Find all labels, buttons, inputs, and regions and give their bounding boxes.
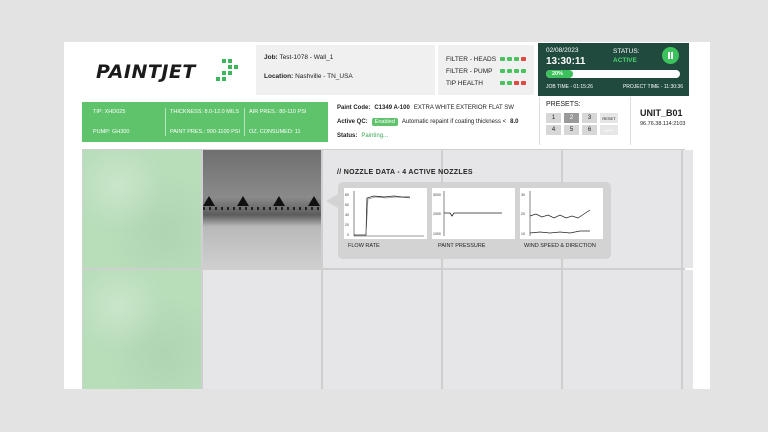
paint-status-value: Painting... bbox=[361, 133, 389, 139]
nozzle-icon bbox=[273, 196, 285, 206]
wall-tile[interactable] bbox=[203, 270, 321, 389]
job-value: Test-1078 - Wall_1 bbox=[279, 54, 334, 61]
tick-label: 3000 bbox=[433, 193, 441, 197]
paintjet-logo: PAINTJET bbox=[96, 57, 238, 87]
paint-code-value: C1349 A-100 bbox=[374, 105, 410, 111]
presets-panel: PRESETS: 1 2 3 RESET 4 5 6 INFO bbox=[539, 97, 631, 145]
filter-health-panel: FILTER - HEADS FILTER - PUMP TIP HEALTH bbox=[438, 45, 534, 95]
status-time: 13:30:11 bbox=[546, 56, 586, 67]
project-time: PROJECT TIME - 11:30:36 bbox=[622, 84, 683, 90]
job-label: Job: bbox=[264, 54, 278, 61]
filter-row-pump: FILTER - PUMP bbox=[446, 65, 526, 77]
wall-tile[interactable] bbox=[683, 150, 693, 268]
paint-pressure-chart: 3000 2000 1000 bbox=[432, 188, 515, 239]
chart-label: PAINT PRESSURE bbox=[438, 243, 486, 249]
tick-label: 2000 bbox=[433, 212, 441, 216]
wall-tile[interactable] bbox=[563, 270, 681, 389]
filter-label: FILTER - PUMP bbox=[446, 67, 493, 75]
filter-label: TIP HEALTH bbox=[446, 79, 483, 87]
tick-label: 1000 bbox=[433, 232, 441, 236]
preset-info-button[interactable]: INFO bbox=[600, 125, 618, 135]
health-dots bbox=[500, 81, 526, 85]
wall-tile[interactable] bbox=[83, 270, 201, 389]
location-value: Nashville - TN_USA bbox=[295, 73, 353, 80]
wall-tile[interactable] bbox=[83, 150, 201, 268]
tick-label: 20 bbox=[521, 212, 525, 216]
panel-pointer bbox=[326, 194, 338, 208]
spec-paint-pressure: PAINT PRES.: 900-1100 PSI bbox=[170, 129, 241, 135]
job-time: JOB TIME - 01:15:26 bbox=[546, 84, 593, 90]
unit-name: UNIT_B01 bbox=[640, 108, 683, 118]
preset-button-3[interactable]: 3 bbox=[582, 113, 597, 123]
spec-air-pressure: AIR PRES.: 80-110 PSI bbox=[249, 109, 307, 115]
tick-label: 30 bbox=[521, 193, 525, 197]
flow-rate-chart: 80 60 40 20 0 bbox=[344, 188, 427, 239]
preset-button-1[interactable]: 1 bbox=[546, 113, 561, 123]
filter-row-heads: FILTER - HEADS bbox=[446, 53, 526, 65]
nozzle-data-panel: 80 60 40 20 0 FLOW RATE 3000 2000 1000 P… bbox=[338, 182, 611, 259]
logo-text: PAINTJET bbox=[96, 61, 196, 83]
chart-label: WIND SPEED & DIRECTION bbox=[524, 243, 596, 249]
wall-tile[interactable] bbox=[323, 270, 441, 389]
spec-pump: PUMP: GH300 bbox=[93, 129, 130, 135]
job-progress-bar: 20% bbox=[546, 70, 680, 78]
qc-enabled-badge[interactable]: Enabled bbox=[371, 118, 398, 126]
health-dots bbox=[500, 69, 526, 73]
paint-info: Paint Code: C1349 A-100 EXTRA WHITE EXTE… bbox=[337, 101, 537, 145]
status-value: ACTIVE bbox=[613, 57, 637, 64]
qc-threshold: 8.0 bbox=[510, 119, 519, 125]
preset-button-2[interactable]: 2 bbox=[564, 113, 579, 123]
unit-info: UNIT_B01 96.76.38.114:2103 bbox=[640, 108, 710, 127]
progress-fill: 20% bbox=[546, 70, 573, 78]
presets-title: PRESETS: bbox=[546, 101, 581, 108]
health-dots bbox=[500, 57, 526, 61]
tick-label: 60 bbox=[345, 203, 349, 207]
preset-button-6[interactable]: 6 bbox=[582, 125, 597, 135]
nozzle-icon bbox=[237, 196, 249, 206]
job-status-panel: 02/08/2023 13:30:11 STATUS: ACTIVE 20% J… bbox=[538, 43, 689, 96]
tick-label: 40 bbox=[345, 213, 349, 217]
tick-label: 0 bbox=[347, 233, 349, 237]
nozzle-icon bbox=[203, 196, 215, 206]
paint-code-desc: EXTRA WHITE EXTERIOR FLAT SW bbox=[413, 105, 514, 111]
preset-button-4[interactable]: 4 bbox=[546, 125, 561, 135]
nozzle-data-title: // NOZZLE DATA - 4 ACTIVE NOZZLES bbox=[337, 169, 473, 176]
filter-row-tip: TIP HEALTH bbox=[446, 77, 526, 89]
tick-label: 10 bbox=[521, 232, 525, 236]
spec-oz-consumed: OZ. CONSUMED: 11 bbox=[249, 129, 301, 135]
paint-status-label: Status: bbox=[337, 133, 358, 139]
spec-tip: TIP: XHD025 bbox=[93, 109, 126, 115]
job-info: Job: Test-1078 - Wall_1 Location: Nashvi… bbox=[256, 45, 435, 95]
paint-code-label: Paint Code: bbox=[337, 105, 371, 111]
spec-thickness: THICKNESS: 8.0-12.0 MILS bbox=[170, 109, 240, 115]
wall-tile[interactable] bbox=[683, 270, 693, 389]
wind-chart: 30 20 10 bbox=[520, 188, 603, 239]
filter-label: FILTER - HEADS bbox=[446, 55, 497, 63]
chart-label: FLOW RATE bbox=[348, 243, 380, 249]
pause-icon[interactable] bbox=[662, 47, 679, 64]
spray-line bbox=[203, 207, 321, 210]
app-window: PAINTJET Job: Test-1078 - Wall_1 Locatio… bbox=[64, 42, 710, 389]
wall-tile[interactable] bbox=[443, 270, 561, 389]
spray-specs: TIP: XHD025 PUMP: GH300 THICKNESS: 8.0-1… bbox=[82, 102, 328, 142]
nozzle-icon bbox=[308, 196, 320, 206]
tick-label: 20 bbox=[345, 223, 349, 227]
camera-feed-tile[interactable] bbox=[203, 150, 321, 268]
preset-reset-button[interactable]: RESET bbox=[600, 113, 618, 123]
preset-button-5[interactable]: 5 bbox=[564, 125, 579, 135]
status-date: 02/08/2023 bbox=[546, 47, 579, 54]
qc-text: Automatic repaint if coating thickness < bbox=[401, 119, 507, 125]
tick-label: 80 bbox=[345, 193, 349, 197]
location-label: Location: bbox=[264, 73, 294, 80]
qc-label: Active QC: bbox=[337, 119, 368, 125]
pixel-arrow-icon bbox=[216, 57, 238, 85]
unit-ip: 96.76.38.114:2103 bbox=[640, 121, 686, 127]
status-label: STATUS: bbox=[613, 48, 640, 55]
